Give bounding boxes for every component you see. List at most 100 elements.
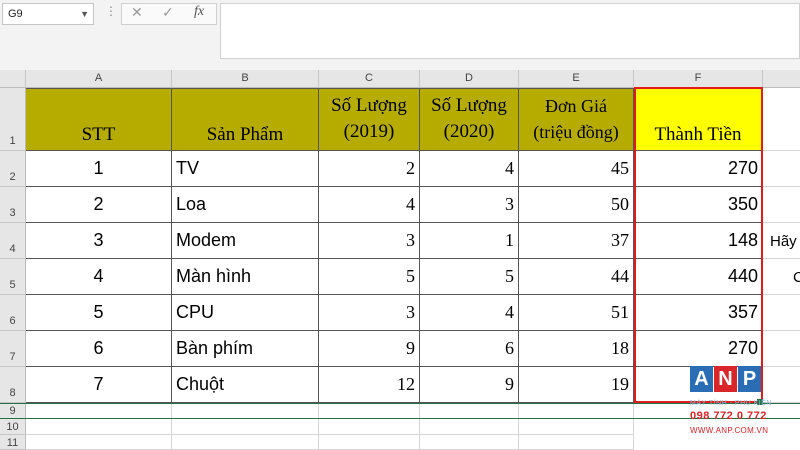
cell-price[interactable]: 50 xyxy=(519,187,634,223)
cell-qty2020[interactable]: 1 xyxy=(420,223,519,259)
cell-value: Loa xyxy=(176,194,207,214)
row-header-1[interactable]: 1 xyxy=(0,88,26,151)
chevron-down-icon[interactable]: ▼ xyxy=(80,4,89,24)
cell-a11[interactable] xyxy=(26,435,172,450)
row-header-5[interactable]: 5 xyxy=(0,259,26,295)
more-icon[interactable]: ⋮ xyxy=(105,4,117,18)
row-header-4[interactable]: 4 xyxy=(0,223,26,259)
cell-qty2020[interactable]: 9 xyxy=(420,367,519,403)
cell-total[interactable]: 350 xyxy=(634,187,763,223)
header-product[interactable]: Sản Phẩm xyxy=(172,88,319,151)
cell-qty2020[interactable]: 6 xyxy=(420,331,519,367)
cell-price[interactable]: 51 xyxy=(519,295,634,331)
cell-qty2019[interactable]: 5 xyxy=(319,259,420,295)
cell-stt[interactable]: 2 xyxy=(26,187,172,223)
row-header-2[interactable]: 2 xyxy=(0,151,26,187)
cell-d11[interactable] xyxy=(420,435,519,450)
cell-qty2019[interactable]: 4 xyxy=(319,187,420,223)
cell-total[interactable]: 357 xyxy=(634,295,763,331)
cell-e10[interactable] xyxy=(519,419,634,435)
cell-price[interactable]: 45 xyxy=(519,151,634,187)
row-header-8[interactable]: 8 xyxy=(0,367,26,403)
column-header-b[interactable]: B xyxy=(172,70,319,88)
anp-logo: A N P xyxy=(690,366,762,394)
cell-qty2020[interactable]: 4 xyxy=(420,151,519,187)
cell-d9[interactable] xyxy=(420,403,519,419)
header-total[interactable]: Thành Tiền xyxy=(634,88,763,151)
cell-g[interactable] xyxy=(763,295,800,331)
cell-stt[interactable]: 4 xyxy=(26,259,172,295)
cell-b11[interactable] xyxy=(172,435,319,450)
cell-total[interactable]: 270 xyxy=(634,151,763,187)
cell-product[interactable]: CPU xyxy=(172,295,319,331)
cell-product[interactable]: Chuột xyxy=(172,367,319,403)
formula-input[interactable] xyxy=(220,3,800,59)
cell-g[interactable] xyxy=(763,331,800,367)
cell-price[interactable]: 37 xyxy=(519,223,634,259)
cell-product[interactable]: Modem xyxy=(172,223,319,259)
cell-stt[interactable]: 5 xyxy=(26,295,172,331)
header-stt[interactable]: STT xyxy=(26,88,172,151)
formula-bar: G9 ▼ ⋮ ✕ ✓ fx xyxy=(0,0,800,70)
function-icon[interactable]: fx xyxy=(194,4,204,20)
cell-total[interactable]: 440 xyxy=(634,259,763,295)
cell-stt[interactable]: 3 xyxy=(26,223,172,259)
cell-qty2019[interactable]: 12 xyxy=(319,367,420,403)
cell-qty2020[interactable]: 4 xyxy=(420,295,519,331)
header-qty-2019[interactable]: Số Lượng (2019) xyxy=(319,88,420,151)
cell-g1[interactable] xyxy=(763,88,800,151)
header-qty-2020[interactable]: Số Lượng (2020) xyxy=(420,88,519,151)
cell-c11[interactable] xyxy=(319,435,420,450)
cell-price[interactable]: 44 xyxy=(519,259,634,295)
cell-qty2019[interactable]: 2 xyxy=(319,151,420,187)
header-price[interactable]: Đơn Giá (triệu đồng) xyxy=(519,88,634,151)
row-header-11[interactable]: 11 xyxy=(0,435,26,450)
cell-price[interactable]: 18 xyxy=(519,331,634,367)
cell-qty2019[interactable]: 3 xyxy=(319,223,420,259)
row-header-10[interactable]: 10 xyxy=(0,419,26,435)
cell-g[interactable] xyxy=(763,151,800,187)
cell-b9[interactable] xyxy=(172,403,319,419)
row-header-6[interactable]: 6 xyxy=(0,295,26,331)
cell-qty2019[interactable]: 3 xyxy=(319,295,420,331)
cell-a10[interactable] xyxy=(26,419,172,435)
cell-stt[interactable]: 1 xyxy=(26,151,172,187)
cell-stt[interactable]: 7 xyxy=(26,367,172,403)
cell-b10[interactable] xyxy=(172,419,319,435)
cell-d10[interactable] xyxy=(420,419,519,435)
cell-qty2020[interactable]: 3 xyxy=(420,187,519,223)
column-header-e[interactable]: E xyxy=(519,70,634,88)
enter-icon[interactable]: ✓ xyxy=(162,4,174,21)
cell-stt[interactable]: 6 xyxy=(26,331,172,367)
cell-product[interactable]: TV xyxy=(172,151,319,187)
select-all-corner[interactable] xyxy=(0,70,26,88)
column-header-d[interactable]: D xyxy=(420,70,519,88)
cell-e9[interactable] xyxy=(519,403,634,419)
row-header-9[interactable]: 9 xyxy=(0,403,26,419)
cell-value: 4 xyxy=(93,266,104,286)
cell-value: 7 xyxy=(93,374,104,394)
cell-total[interactable]: 148 xyxy=(634,223,763,259)
column-header-a[interactable]: A xyxy=(26,70,172,88)
header-price-line2: (triệu đồng) xyxy=(533,121,619,142)
column-header-c[interactable]: C xyxy=(319,70,420,88)
column-header-f[interactable]: F xyxy=(634,70,763,88)
cell-qty2020[interactable]: 5 xyxy=(420,259,519,295)
header-qty-2019-line2: (2019) xyxy=(343,120,395,142)
cancel-icon[interactable]: ✕ xyxy=(131,4,143,21)
cell-g[interactable] xyxy=(763,187,800,223)
cell-product[interactable]: Màn hình xyxy=(172,259,319,295)
cell-qty2019[interactable]: 9 xyxy=(319,331,420,367)
cell-c9[interactable] xyxy=(319,403,420,419)
cell-product[interactable]: Loa xyxy=(172,187,319,223)
cell-price[interactable]: 19 xyxy=(519,367,634,403)
cell-total[interactable]: 270 xyxy=(634,331,763,367)
cell-e11[interactable] xyxy=(519,435,634,450)
cell-product[interactable]: Bàn phím xyxy=(172,331,319,367)
column-header-g[interactable] xyxy=(763,70,800,88)
cell-c10[interactable] xyxy=(319,419,420,435)
row-header-3[interactable]: 3 xyxy=(0,187,26,223)
name-box[interactable]: G9 ▼ xyxy=(2,3,94,25)
cell-a9[interactable] xyxy=(26,403,172,419)
row-header-7[interactable]: 7 xyxy=(0,331,26,367)
